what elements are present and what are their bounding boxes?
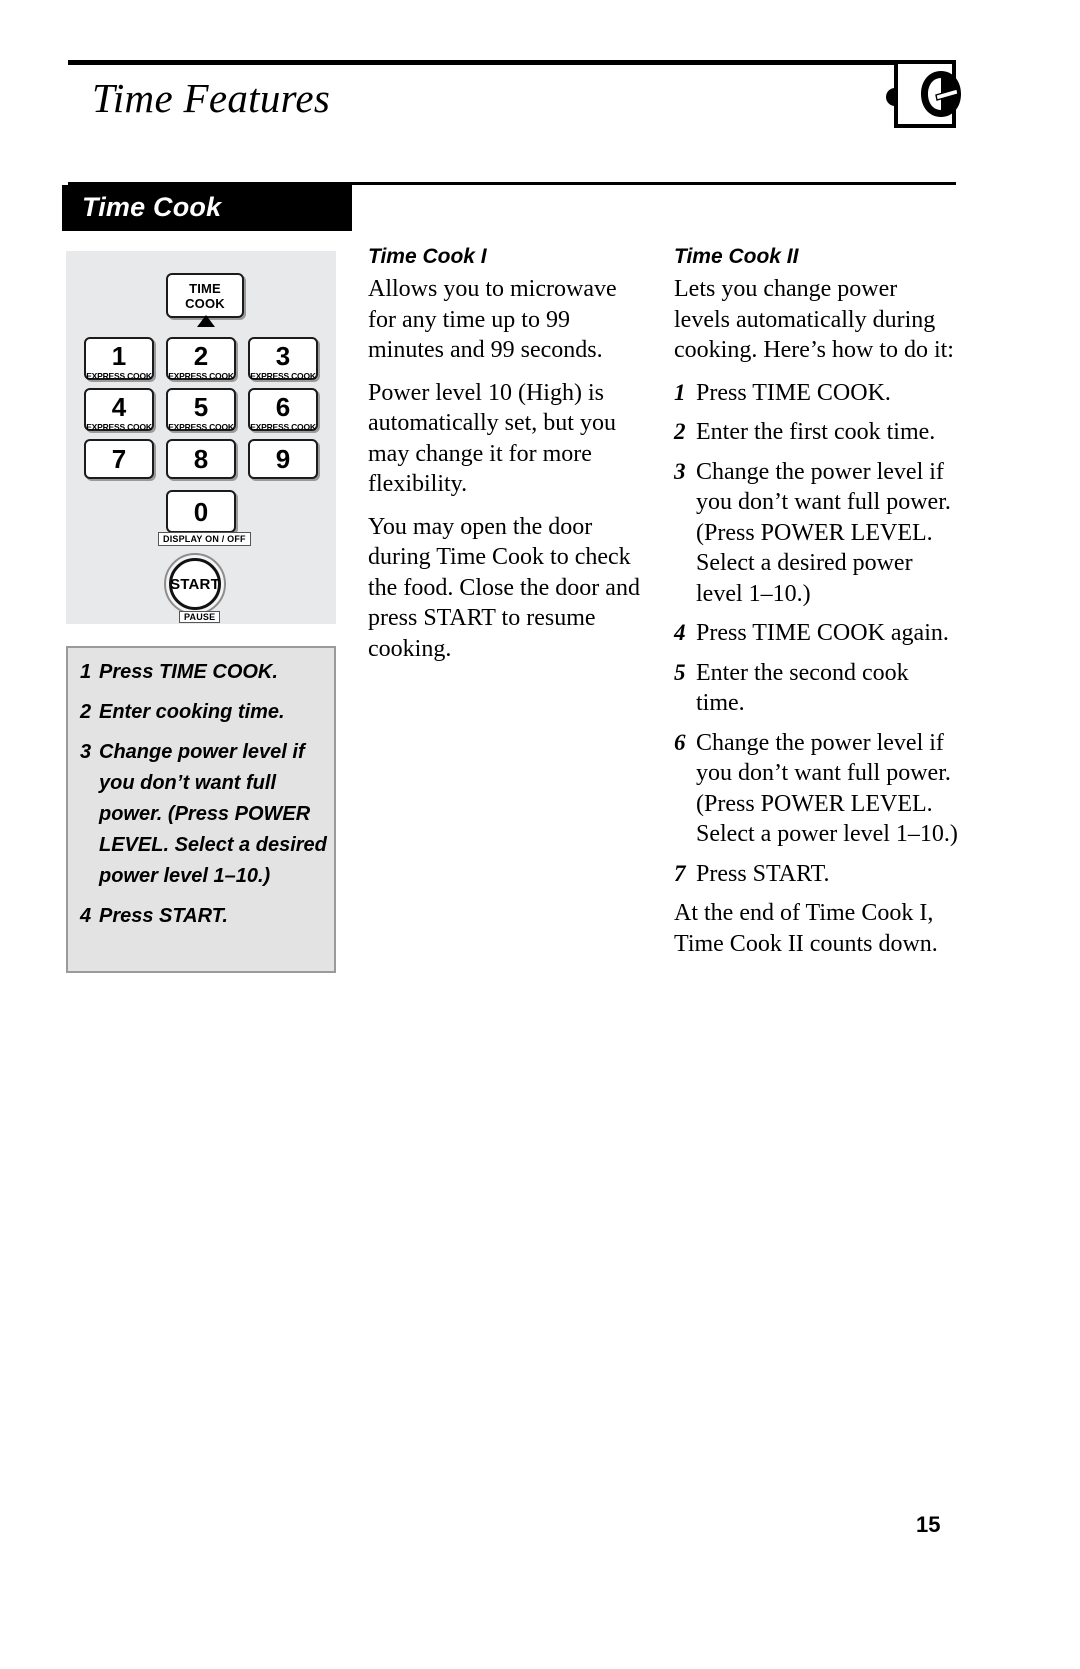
time-cook-ii-step-3-text: Change the power level if you don’t want… <box>696 458 951 607</box>
key-2-express-cook[interactable]: 2 EXPRESS COOK <box>166 337 236 380</box>
time-cook-ii-step-6-number: 6 <box>674 729 686 755</box>
key-8-number: 8 <box>193 444 209 474</box>
time-cook-ii-step-4: 4 Press TIME COOK again. <box>674 618 959 649</box>
time-cook-ii-step-4-number: 4 <box>674 620 686 645</box>
time-cook-pointer-icon <box>197 315 215 327</box>
column-time-cook-ii: Time Cook II Lets you change power level… <box>674 244 959 959</box>
quick-step-1-number: 1 <box>80 661 92 683</box>
key-start-label: START <box>170 575 220 593</box>
time-cook-ii-step-5-text: Enter the second cook time. <box>696 659 909 717</box>
quick-step-4-number: 4 <box>80 905 92 927</box>
key-6-express-cook[interactable]: 6 EXPRESS COOK <box>248 388 318 431</box>
pause-label: PAUSE <box>179 611 221 623</box>
time-cook-i-paragraph-1: Allows you to microwave for any time up … <box>368 276 617 363</box>
key-7-number: 7 <box>111 444 127 474</box>
key-9-number: 9 <box>275 444 291 474</box>
quick-step-3-text: Change power level if you don’t want ful… <box>99 741 327 887</box>
key-1-sublabel: EXPRESS COOK <box>86 371 152 381</box>
key-4-sublabel: EXPRESS COOK <box>86 422 152 432</box>
key-3-express-cook[interactable]: 3 EXPRESS COOK <box>248 337 318 380</box>
quick-step-4: 4 Press START. <box>80 901 330 932</box>
time-cook-ii-step-5-number: 5 <box>674 659 686 685</box>
section-title: Time Cook <box>82 192 222 222</box>
key-time-cook-label: TIME COOK <box>185 280 225 311</box>
time-cook-i-paragraph-3: You may open the door during Time Cook t… <box>368 513 640 662</box>
key-8[interactable]: 8 <box>166 439 236 479</box>
display-on-off-label: DISPLAY ON / OFF <box>158 532 251 546</box>
time-cook-ii-step-1: 1 Press TIME COOK. <box>674 378 959 409</box>
key-3-number: 3 <box>275 341 291 371</box>
header-rule <box>68 60 956 65</box>
key-7[interactable]: 7 <box>84 439 154 479</box>
time-cook-ii-step-3-number: 3 <box>674 458 686 484</box>
quick-step-3: 3 Change power level if you don’t want f… <box>80 737 330 892</box>
key-1-number: 1 <box>111 341 127 371</box>
manual-page: Time Features Time Cook TIME COOK 1 EXPR… <box>0 0 1080 1669</box>
ge-monogram-icon <box>916 68 966 120</box>
page-title: Time Features <box>92 75 331 121</box>
time-cook-i-paragraph-2: Power level 10 (High) is automatically s… <box>368 379 616 498</box>
time-cook-ii-step-2-number: 2 <box>674 419 686 444</box>
quick-step-1: 1 Press TIME COOK. <box>80 657 330 688</box>
time-cook-ii-step-5: 5 Enter the second cook time. <box>674 658 959 719</box>
control-panel-illustration: TIME COOK 1 EXPRESS COOK 2 EXPRESS COOK … <box>66 251 336 624</box>
time-cook-i-heading: Time Cook I <box>368 245 487 268</box>
quick-step-2: 2 Enter cooking time. <box>80 697 330 728</box>
time-cook-ii-step-2: 2 Enter the first cook time. <box>674 417 959 448</box>
key-1-express-cook[interactable]: 1 EXPRESS COOK <box>84 337 154 380</box>
time-cook-ii-step-4-text: Press TIME COOK again. <box>696 620 949 646</box>
quick-step-2-text: Enter cooking time. <box>99 701 285 723</box>
key-3-sublabel: EXPRESS COOK <box>250 371 316 381</box>
quick-steps-list: 1 Press TIME COOK. 2 Enter cooking time.… <box>80 657 330 941</box>
time-cook-ii-step-1-text: Press TIME COOK. <box>696 379 891 406</box>
quick-step-1-text: Press TIME COOK. <box>99 661 278 683</box>
key-6-sublabel: EXPRESS COOK <box>250 422 316 432</box>
time-cook-ii-step-7-text: Press START. <box>696 860 830 887</box>
key-6-number: 6 <box>275 392 291 422</box>
key-4-express-cook[interactable]: 4 EXPRESS COOK <box>84 388 154 431</box>
time-cook-ii-intro: Lets you change power levels automatical… <box>674 276 954 363</box>
key-0-number: 0 <box>193 496 209 527</box>
time-cook-ii-heading: Time Cook II <box>674 245 799 268</box>
key-start[interactable]: START <box>169 558 221 610</box>
time-cook-ii-step-6-text: Change the power level if you don’t want… <box>696 729 958 848</box>
column-time-cook-i: Time Cook I Allows you to microwave for … <box>368 244 640 664</box>
key-time-cook[interactable]: TIME COOK <box>166 273 244 318</box>
key-0[interactable]: 0 <box>166 490 236 533</box>
page-number: 15 <box>916 1512 941 1537</box>
time-cook-ii-closing: At the end of Time Cook I, Time Cook II … <box>674 900 938 957</box>
quick-step-4-text: Press START. <box>99 905 228 927</box>
key-4-number: 4 <box>111 392 127 422</box>
key-5-number: 5 <box>193 392 209 422</box>
key-5-sublabel: EXPRESS COOK <box>168 422 234 432</box>
time-cook-ii-step-3: 3 Change the power level if you don’t wa… <box>674 457 959 610</box>
key-5-express-cook[interactable]: 5 EXPRESS COOK <box>166 388 236 431</box>
key-2-number: 2 <box>193 341 209 371</box>
time-cook-ii-step-7-number: 7 <box>674 860 686 886</box>
time-cook-ii-step-6: 6 Change the power level if you don’t wa… <box>674 728 959 850</box>
key-2-sublabel: EXPRESS COOK <box>168 371 234 381</box>
time-cook-ii-step-1-number: 1 <box>674 379 686 405</box>
quick-step-2-number: 2 <box>80 701 92 723</box>
key-9[interactable]: 9 <box>248 439 318 479</box>
time-cook-ii-step-7: 7 Press START. <box>674 859 959 890</box>
time-cook-ii-step-2-text: Enter the first cook time. <box>696 419 936 445</box>
quick-step-3-number: 3 <box>80 741 92 763</box>
